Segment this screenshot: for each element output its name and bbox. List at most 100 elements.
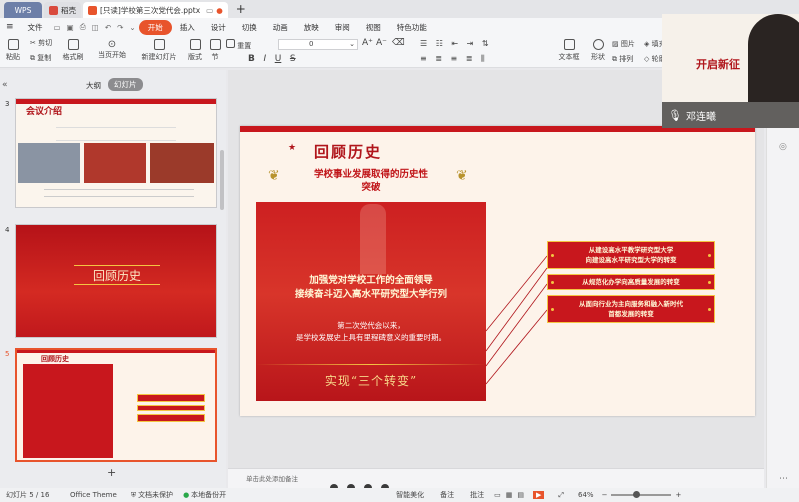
picture-button[interactable]: ▨ 图片 <box>612 39 635 49</box>
font-style-group: B I U S <box>248 54 296 64</box>
zoom-in-button[interactable]: + <box>675 491 681 499</box>
redo-icon[interactable]: ↷ <box>114 23 126 32</box>
tab-wps-label: WPS <box>14 5 32 15</box>
layout-button[interactable]: 版式 <box>186 39 204 62</box>
zoom-slider[interactable] <box>611 491 672 498</box>
textbox-button[interactable]: 文本框 <box>558 39 580 62</box>
paste-button[interactable]: 粘贴 <box>5 39 21 62</box>
current-slide[interactable]: ★ 回顾历史 ❦ ❦ 学校事业发展取得的历史性突破 加强党对学校工作的全面领导 … <box>240 126 755 416</box>
comments-button[interactable]: 批注 <box>470 490 484 500</box>
italic-icon[interactable]: I <box>263 54 266 64</box>
print-icon[interactable]: ⎙ <box>77 22 89 32</box>
folder-icon[interactable]: ▭ <box>51 23 64 32</box>
pptx-icon <box>88 5 97 15</box>
font-size-select[interactable]: 0 ⌄ <box>278 39 358 50</box>
cut-button[interactable]: ✂ 剪切 <box>30 38 52 48</box>
new-tab-button[interactable]: + <box>230 2 252 18</box>
play-from-current-button[interactable]: ⊙ 当页开始 <box>96 39 128 60</box>
picture-icon: ▨ <box>612 40 619 48</box>
transition-2-line-1: 从规范化办学向高质量发展的转变 <box>582 278 680 286</box>
arrange-button[interactable]: ⧉ 排列 <box>612 54 633 64</box>
menu-insert[interactable]: 插入 <box>172 22 203 33</box>
notes-area[interactable]: 单击此处添加备注 <box>228 468 764 488</box>
transition-item-1[interactable]: 从建设高水平教学研究型大学 向建设高水平研究型大学的转变 <box>547 241 715 269</box>
play-slideshow-button[interactable]: ▶ <box>533 491 545 499</box>
new-slide-button[interactable]: 新建幻灯片 <box>140 39 178 62</box>
menu-design[interactable]: 设计 <box>203 22 234 33</box>
bullet-dot <box>708 253 711 257</box>
menu-start[interactable]: 开始 <box>138 19 172 35</box>
view-mode-icons[interactable]: ▭▦▤ <box>494 491 529 499</box>
zoom-level[interactable]: 64% <box>578 491 594 499</box>
tab-slides[interactable]: 幻灯片 <box>108 78 143 91</box>
sidebar-tool-icon[interactable]: ◎ <box>779 142 787 152</box>
format-painter-button[interactable]: 格式刷 <box>62 39 84 62</box>
slide-thumbnail-4[interactable]: 回顾历史 <box>15 224 217 338</box>
notes-button[interactable]: 备注 <box>440 490 454 500</box>
menu-view[interactable]: 视图 <box>358 22 389 33</box>
copy-icon: ⧉ <box>30 54 35 62</box>
bullet-dot <box>551 307 554 311</box>
clear-format-icon[interactable]: ⌫ <box>392 38 405 48</box>
thumb-3-photo-1 <box>18 143 80 183</box>
section-label: 节 <box>211 53 219 61</box>
doc-protect-status[interactable]: 文档未保护 <box>138 490 173 500</box>
tab-document[interactable]: [只读]学校第三次党代会.pptx ▭ ● <box>83 2 228 18</box>
section-icon <box>209 39 221 50</box>
transition-item-3[interactable]: 从面向行业为主向服务和融入新时代 首都发展的转变 <box>547 295 715 323</box>
thumb-5-item-1 <box>137 394 205 402</box>
align-tools[interactable]: ≡ ≣ ≡ ≣ ⫼ <box>420 54 488 64</box>
undo-icon[interactable]: ↶ <box>102 23 114 32</box>
slide-thumbnail-5[interactable]: 回顾历史 <box>15 348 217 462</box>
collapse-panel-icon[interactable]: « <box>2 80 8 90</box>
shape-button[interactable]: 形状 <box>588 39 608 62</box>
menu-special[interactable]: 特色功能 <box>389 22 435 33</box>
beautify-button[interactable]: 智能美化 <box>396 490 424 500</box>
tab-docer[interactable]: 稻壳 <box>44 2 81 18</box>
fit-window-icon[interactable]: ⤢ <box>558 491 564 500</box>
thumb-3-caption <box>44 189 194 197</box>
underline-icon[interactable]: U <box>275 54 282 64</box>
menu-review[interactable]: 审阅 <box>327 22 358 33</box>
microphone-icon[interactable]: 🎙 <box>668 109 682 122</box>
transition-item-2[interactable]: 从规范化办学向高质量发展的转变 <box>547 274 715 290</box>
menu-show[interactable]: 放映 <box>296 22 327 33</box>
preview-icon[interactable]: ◫ <box>89 23 102 32</box>
paragraph-tools[interactable]: ☰ ☷ ⇤ ⇥ ⇅ <box>420 39 492 48</box>
thumbnail-scrollbar[interactable] <box>220 150 224 210</box>
textbox-label: 文本框 <box>558 53 580 61</box>
docer-icon <box>49 5 58 15</box>
copy-button[interactable]: ⧉ 复制 <box>30 53 51 63</box>
more-icon[interactable]: ⋯ <box>779 474 788 484</box>
menu-animation[interactable]: 动画 <box>265 22 296 33</box>
thumb-3-title: 会议介绍 <box>26 107 63 117</box>
reset-button[interactable]: 重置 <box>226 39 251 51</box>
menu-file[interactable]: 文件 <box>20 22 51 33</box>
shape-label: 形状 <box>591 53 605 61</box>
thumb-3-photo-3 <box>150 143 214 183</box>
bold-icon[interactable]: B <box>248 54 255 64</box>
section-button[interactable]: 节 <box>208 39 222 62</box>
tab-wps[interactable]: WPS <box>4 2 42 18</box>
menu-switch[interactable]: 切换 <box>234 22 265 33</box>
video-overlay[interactable]: 开启新征 🎙 邓连曦 <box>662 14 799 128</box>
zoom-slider-handle[interactable] <box>633 491 641 498</box>
zoom-out-button[interactable]: − <box>602 491 608 499</box>
save-icon[interactable]: ▣ <box>64 23 77 32</box>
backup-status[interactable]: 本地备份开 <box>191 490 226 500</box>
thumb-5-top-bar <box>17 350 215 353</box>
add-slide-button[interactable]: + <box>107 466 116 479</box>
bullet-dot <box>708 280 711 284</box>
strikethrough-icon[interactable]: S <box>290 54 296 64</box>
tab-monitor-icon[interactable]: ▭ <box>206 6 213 15</box>
tab-outline[interactable]: 大纲 <box>86 80 101 91</box>
transition-3-line-1: 从面向行业为主向服务和融入新时代 <box>579 300 683 308</box>
slide-thumbnail-3[interactable]: 会议介绍 <box>15 98 217 208</box>
decrease-font-icon[interactable]: A⁻ <box>376 38 387 48</box>
scissors-icon: ✂ <box>30 39 36 47</box>
increase-font-icon[interactable]: A⁺ <box>362 38 373 48</box>
layout-icon <box>189 39 201 50</box>
hamburger-icon[interactable]: ≡ <box>0 22 20 32</box>
connector-lines <box>485 255 548 385</box>
more-chevron-icon[interactable]: ⌄ <box>126 23 138 32</box>
